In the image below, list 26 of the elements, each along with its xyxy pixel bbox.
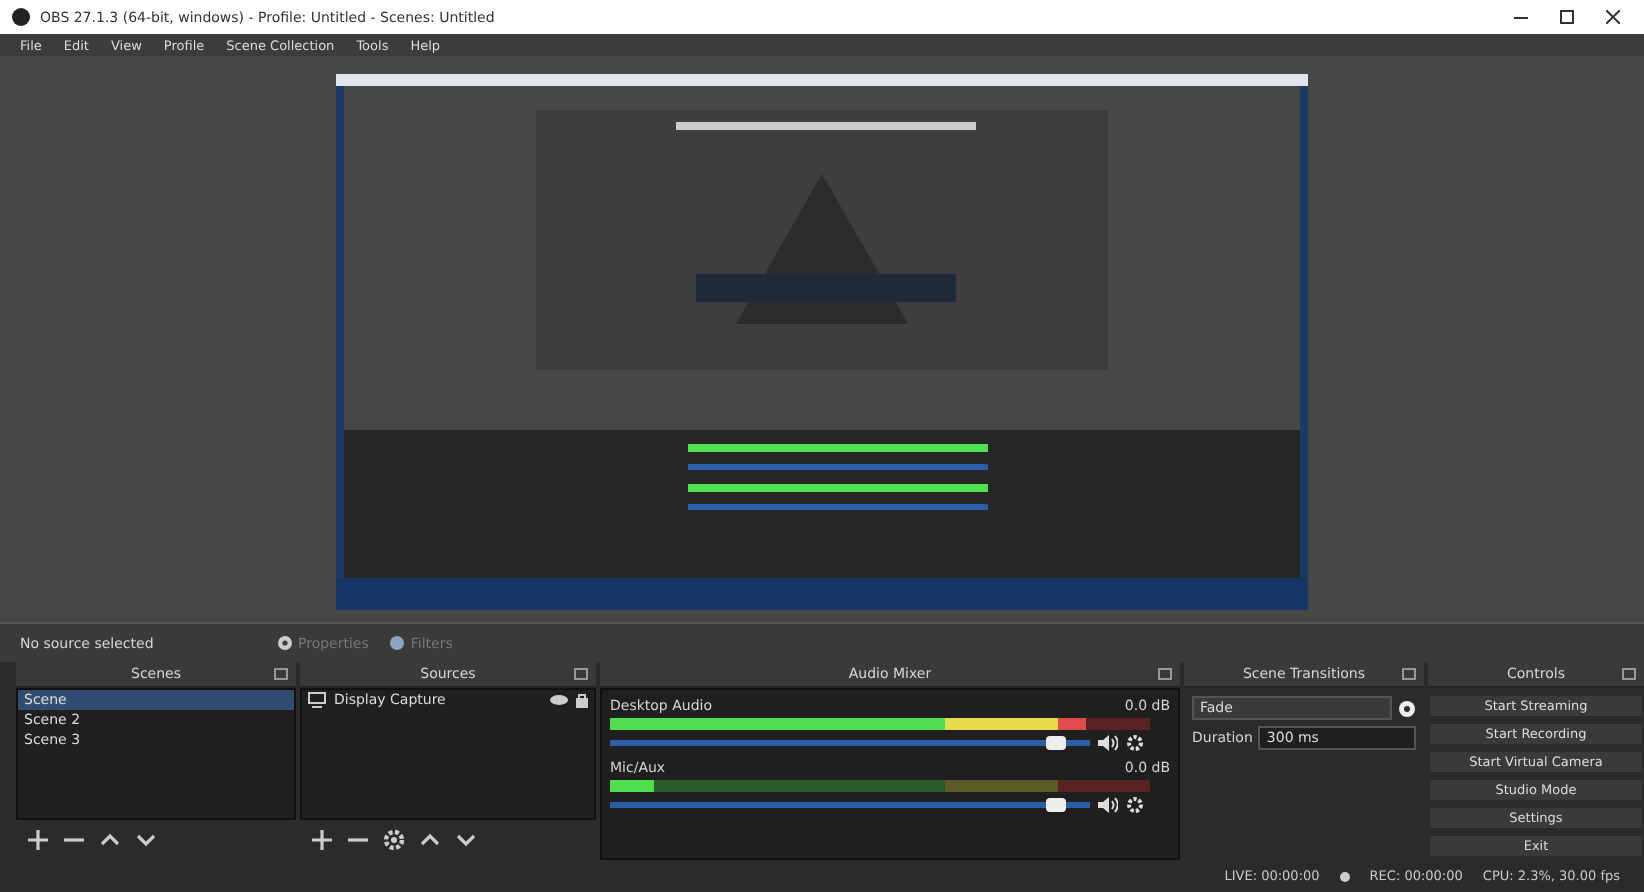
volume-slider[interactable]	[610, 740, 1090, 746]
settings-icon[interactable]	[382, 828, 406, 852]
record-dot-icon	[1339, 871, 1350, 881]
add-icon[interactable]	[26, 828, 50, 852]
gear-icon[interactable]	[1126, 734, 1144, 752]
slider-thumb[interactable]	[1046, 736, 1067, 750]
float-icon[interactable]	[274, 668, 288, 680]
monitor-icon	[308, 692, 326, 708]
float-icon[interactable]	[1622, 668, 1636, 680]
volume-slider[interactable]	[610, 802, 1090, 808]
close-icon[interactable]	[1606, 10, 1620, 24]
lock-icon[interactable]	[576, 692, 588, 708]
float-icon[interactable]	[574, 668, 588, 680]
settings-icon[interactable]	[1398, 699, 1416, 717]
eye-icon[interactable]	[550, 694, 568, 706]
slider-thumb[interactable]	[1046, 798, 1067, 812]
add-icon[interactable]	[310, 828, 334, 852]
filter-icon	[388, 634, 407, 652]
speaker-icon[interactable]	[1098, 796, 1118, 814]
float-icon[interactable]	[1402, 668, 1416, 680]
gear-icon	[276, 634, 294, 652]
speaker-icon[interactable]	[1098, 734, 1118, 752]
app-logo-icon	[12, 8, 30, 26]
float-icon[interactable]	[1158, 668, 1172, 680]
maximize-icon[interactable]	[1560, 10, 1574, 24]
gear-icon[interactable]	[1126, 796, 1144, 814]
